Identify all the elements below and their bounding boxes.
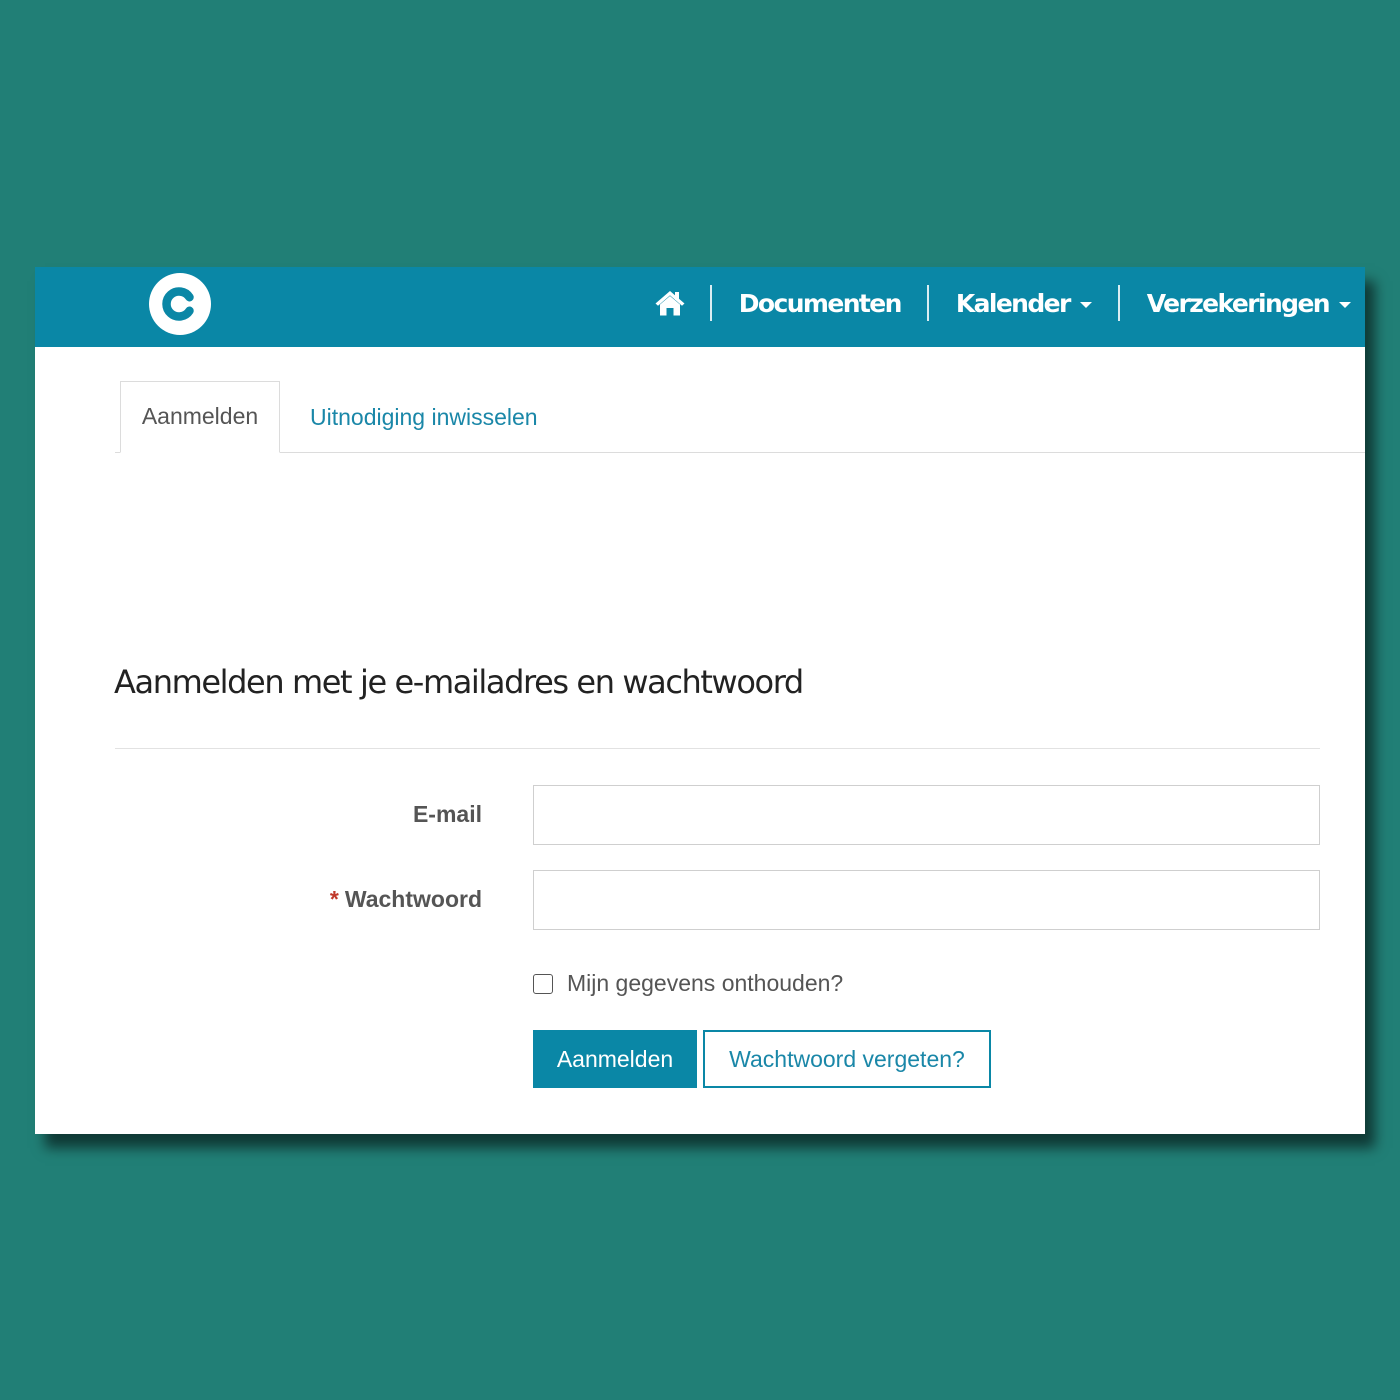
email-field[interactable] xyxy=(533,785,1320,845)
tabs-divider xyxy=(115,452,1365,453)
nav-item-label: Verzekeringen xyxy=(1146,288,1331,318)
remember-me-checkbox[interactable] xyxy=(533,973,553,994)
login-tabs: Aanmelden Uitnodiging inwisselen xyxy=(35,347,1365,454)
caret-down-icon xyxy=(1079,302,1092,308)
login-button[interactable]: Aanmelden xyxy=(533,1030,697,1088)
nav-item-kalender[interactable]: Kalender xyxy=(929,289,1118,318)
remember-me[interactable]: Mijn gegevens onthouden? xyxy=(533,970,843,997)
nav-item-documenten[interactable]: Documenten xyxy=(712,289,927,318)
top-navigation-bar: Documenten Kalender Verzekeringen xyxy=(35,267,1365,347)
app-window: Documenten Kalender Verzekeringen Aanmel… xyxy=(35,267,1365,1134)
nav-item-label: Kalender xyxy=(955,288,1072,318)
logo-c-icon[interactable] xyxy=(149,273,211,335)
caret-down-icon xyxy=(1339,302,1351,308)
password-label-text: Wachtwoord xyxy=(344,886,482,912)
nav-item-label: Documenten xyxy=(738,288,903,318)
home-icon[interactable] xyxy=(650,283,690,323)
password-field[interactable] xyxy=(533,870,1320,930)
remember-me-label: Mijn gegevens onthouden? xyxy=(567,970,844,996)
nav-item-verzekeringen[interactable]: Verzekeringen xyxy=(1120,289,1351,318)
email-label: E-mail xyxy=(413,801,482,828)
required-marker: * xyxy=(329,886,339,912)
forgot-password-button[interactable]: Wachtwoord vergeten? xyxy=(703,1030,991,1088)
form-heading: Aanmelden met je e-mailadres en wachtwoo… xyxy=(114,663,804,701)
email-label-text: E-mail xyxy=(412,801,482,827)
tab-label: Aanmelden xyxy=(141,402,259,429)
tab-aanmelden[interactable]: Aanmelden xyxy=(120,381,280,453)
password-label: * Wachtwoord xyxy=(330,886,482,913)
heading-divider xyxy=(115,748,1320,749)
main-nav: Documenten Kalender Verzekeringen xyxy=(650,267,1351,339)
tab-label: Uitnodiging inwisselen xyxy=(310,403,538,430)
tab-uitnodiging-inwisselen[interactable]: Uitnodiging inwisselen xyxy=(310,381,538,455)
